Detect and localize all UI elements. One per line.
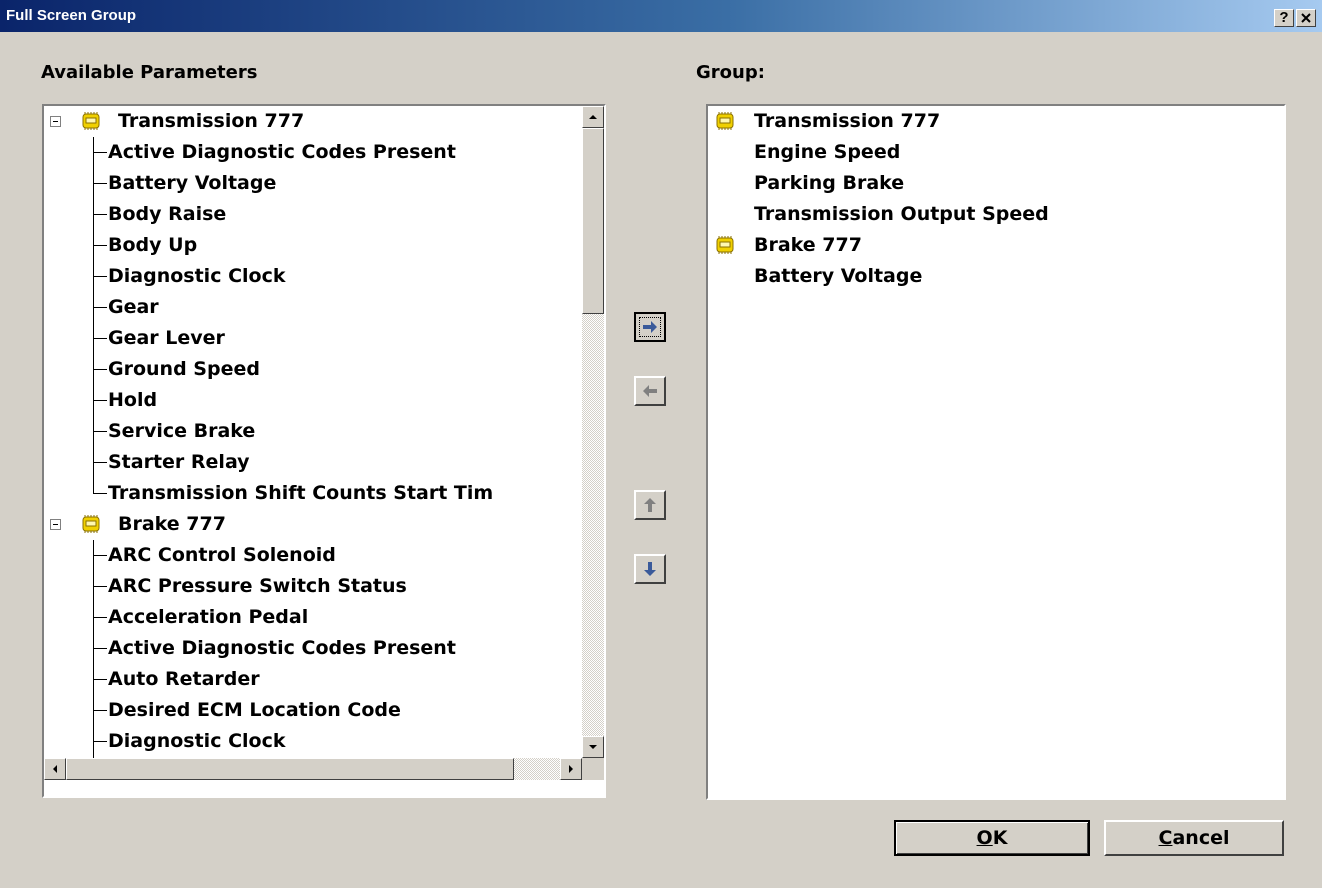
tree-item-label: Starter Relay — [108, 451, 250, 473]
group-item-label: Engine Speed — [754, 141, 901, 163]
tree-branch — [93, 183, 107, 184]
tree-branch — [93, 586, 107, 587]
scroll-right-button[interactable] — [560, 758, 582, 780]
cancel-accelerator: C — [1158, 827, 1173, 849]
tree-item-label: Service Brake — [108, 420, 256, 442]
horizontal-scrollbar[interactable] — [44, 758, 582, 780]
close-icon — [1301, 13, 1311, 23]
scroll-up-button[interactable] — [582, 106, 604, 128]
tree-item-label: Gear — [108, 296, 159, 318]
collapse-icon[interactable] — [50, 519, 61, 530]
tree-viewport: Transmission 777 Active Diagnostic Codes … — [44, 106, 582, 758]
tree-branch — [93, 648, 107, 649]
tree-item-label: Gear Lever — [108, 327, 225, 349]
tree-item-label: Active Diagnostic Codes Present — [108, 637, 456, 659]
tree-branch — [93, 741, 107, 742]
vertical-scroll-thumb[interactable] — [582, 128, 604, 314]
tree-branch — [93, 617, 107, 618]
tree-item-label: Desired ECM Location Code — [108, 699, 401, 721]
tree-item-label: ARC Pressure Switch Status — [108, 575, 407, 597]
arrow-down-icon — [644, 562, 656, 576]
scroll-up-arrow-icon — [589, 115, 597, 119]
ecm-chip-icon — [716, 112, 734, 130]
tree-branch — [93, 400, 107, 401]
scroll-down-arrow-icon — [589, 745, 597, 749]
scroll-right-arrow-icon — [569, 765, 573, 773]
tree-branch — [93, 493, 107, 494]
tree-item-label: ARC Control Solenoid — [108, 544, 336, 566]
tree-group-label: Transmission 777 — [118, 110, 305, 132]
tree-item-label: Body Raise — [108, 203, 227, 225]
tree-item-label: Active Diagnostic Codes Present — [108, 141, 456, 163]
tree-branch — [93, 369, 107, 370]
cancel-label-rest: ancel — [1172, 827, 1230, 849]
horizontal-scroll-thumb[interactable] — [66, 758, 514, 780]
tree-branch — [93, 462, 107, 463]
group-header-label: Brake 777 — [754, 234, 862, 256]
tree-item-label: Battery Voltage — [108, 172, 277, 194]
title-bar: Full Screen Group ? — [0, 0, 1322, 32]
group-item-label: Parking Brake — [754, 172, 905, 194]
group-list[interactable]: Transmission 777 Engine Speed Parking Brak… — [706, 104, 1286, 800]
tree-item-label: Hold — [108, 389, 158, 411]
tree-item-label: Ground Speed — [108, 358, 260, 380]
tree-branch — [93, 307, 107, 308]
tree-branch — [93, 245, 107, 246]
arrow-right-icon — [643, 321, 657, 333]
tree-branch — [93, 214, 107, 215]
add-to-group-button[interactable] — [634, 312, 666, 342]
tree-item-label: Diagnostic Clock — [108, 265, 286, 287]
group-header-label: Transmission 777 — [754, 110, 941, 132]
tree-group-label: Brake 777 — [118, 513, 226, 535]
arrow-up-icon — [644, 498, 656, 512]
available-parameters-label: Available Parameters — [41, 62, 258, 83]
scroll-left-arrow-icon — [53, 765, 57, 773]
tree-branch — [93, 679, 107, 680]
scroll-down-button[interactable] — [582, 736, 604, 758]
arrow-left-icon — [643, 385, 657, 397]
ecm-chip-icon — [716, 236, 734, 254]
tree-item-label: Body Up — [108, 234, 198, 256]
ok-accelerator: O — [976, 827, 993, 849]
tree-branch — [93, 276, 107, 277]
group-item-label: Transmission Output Speed — [754, 203, 1049, 225]
tree-item-label: Diagnostic Clock — [108, 730, 286, 752]
group-item-label: Battery Voltage — [754, 265, 923, 287]
tree-item-label: Auto Retarder — [108, 668, 260, 690]
tree-branch — [93, 152, 107, 153]
scroll-left-button[interactable] — [44, 758, 66, 780]
tree-branch — [93, 431, 107, 432]
tree-branch — [93, 710, 107, 711]
ok-button[interactable]: OK — [894, 820, 1090, 856]
remove-from-group-button[interactable] — [634, 376, 666, 406]
collapse-icon[interactable] — [50, 116, 61, 127]
available-parameters-tree[interactable]: Transmission 777 Active Diagnostic Codes … — [42, 104, 606, 798]
vertical-scrollbar[interactable] — [582, 106, 604, 758]
help-button[interactable]: ? — [1274, 9, 1294, 27]
tree-connector — [93, 478, 94, 494]
window-title: Full Screen Group — [6, 7, 137, 24]
ecm-chip-icon — [82, 112, 100, 130]
tree-item-label: Acceleration Pedal — [108, 606, 309, 628]
scrollbar-corner — [582, 758, 604, 780]
tree-branch — [93, 555, 107, 556]
close-button[interactable] — [1296, 9, 1316, 27]
tree-branch — [93, 338, 107, 339]
move-down-button[interactable] — [634, 554, 666, 584]
ok-label-rest: K — [992, 827, 1008, 849]
group-label: Group: — [696, 62, 765, 83]
tree-item-label: Transmission Shift Counts Start Tim — [108, 482, 494, 504]
cancel-button[interactable]: Cancel — [1104, 820, 1284, 856]
move-up-button[interactable] — [634, 490, 666, 520]
ecm-chip-icon — [82, 515, 100, 533]
